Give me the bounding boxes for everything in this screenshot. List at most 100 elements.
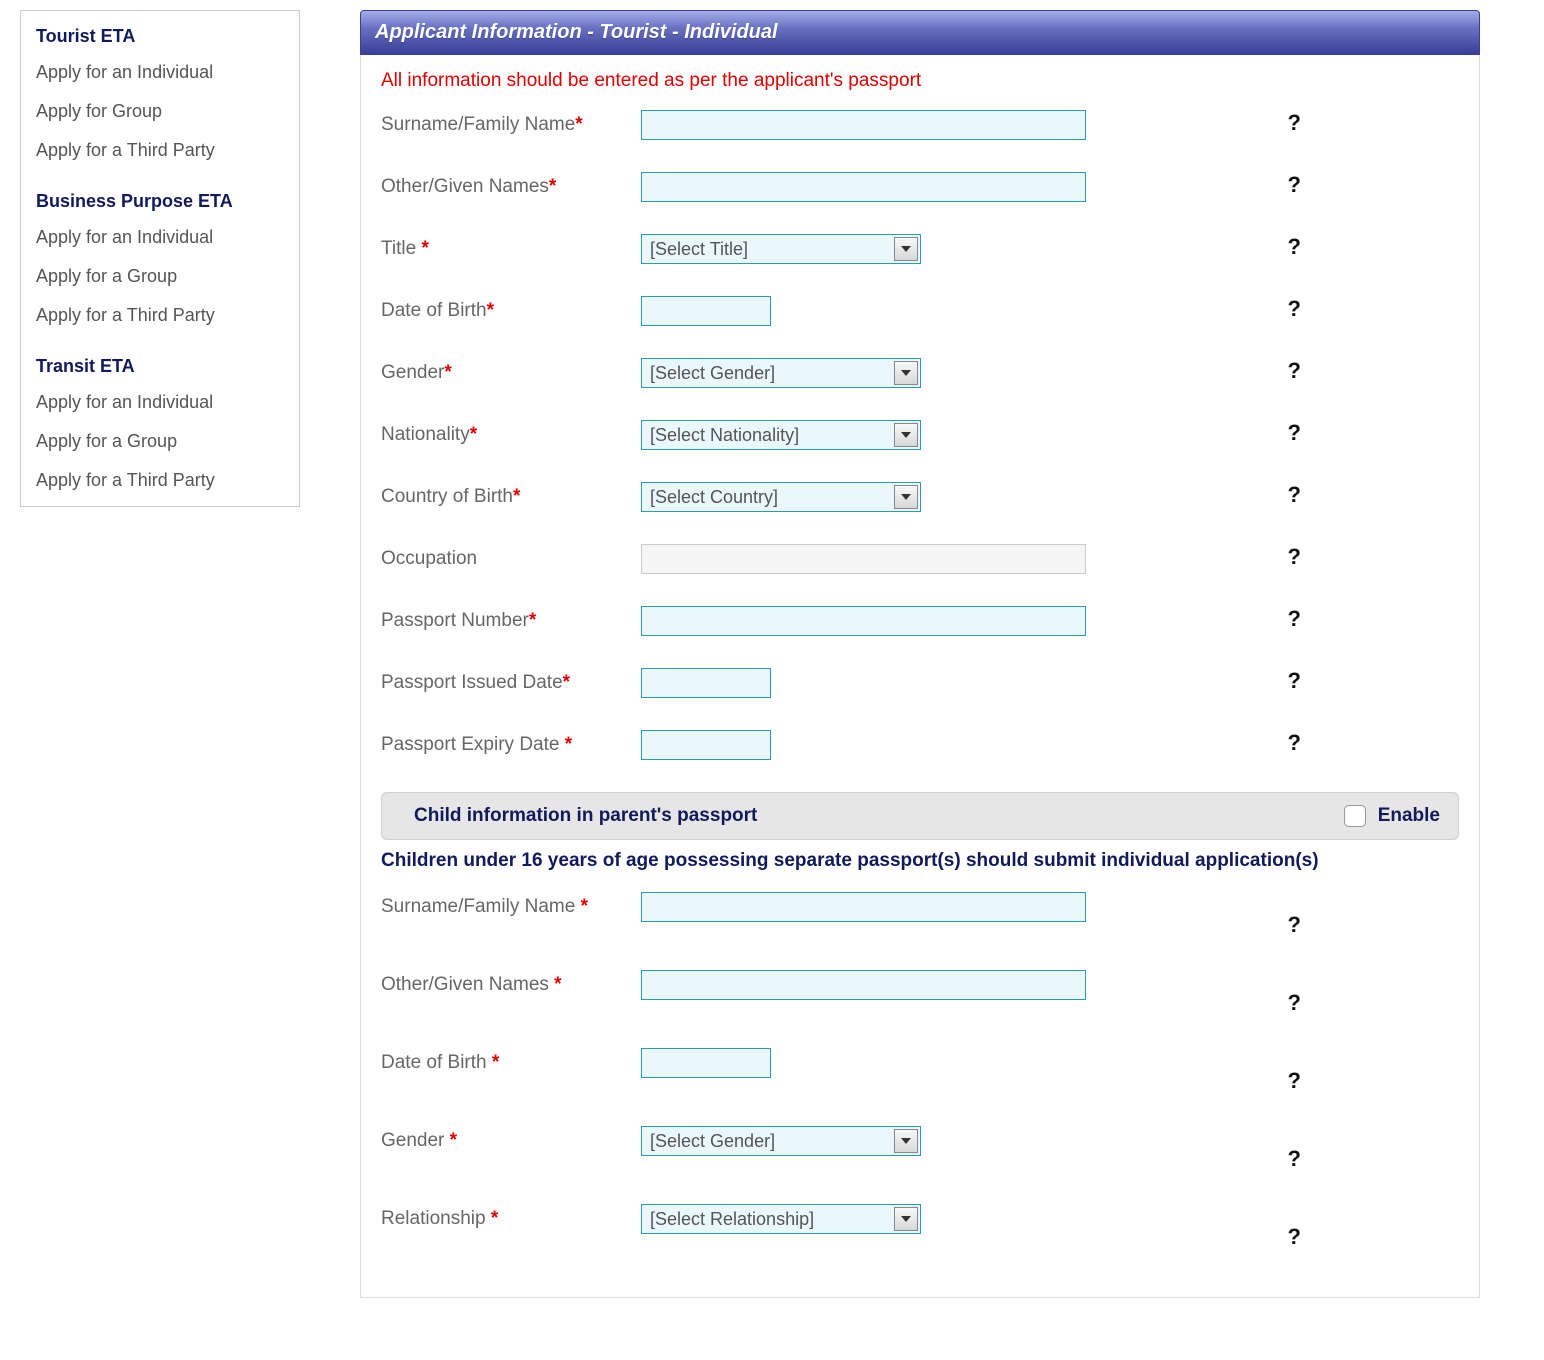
chevron-down-icon[interactable] bbox=[894, 1129, 918, 1153]
field-label: Passport Expiry Date * bbox=[381, 730, 641, 756]
field-label: Title * bbox=[381, 234, 641, 260]
enable-checkbox[interactable] bbox=[1344, 805, 1366, 827]
control-wrap bbox=[641, 1048, 1261, 1078]
control-wrap bbox=[641, 172, 1261, 202]
notice-text: All information should be entered as per… bbox=[381, 70, 1459, 92]
chevron-down-icon[interactable] bbox=[894, 237, 918, 261]
help-cell: ? bbox=[1261, 606, 1301, 632]
child-text-input-0[interactable] bbox=[641, 892, 1086, 922]
required-star: * bbox=[487, 300, 494, 321]
help-cell: ? bbox=[1261, 544, 1301, 570]
help-cell: ? bbox=[1261, 730, 1301, 756]
field-label: Other/Given Names* bbox=[381, 172, 641, 198]
applicant-select-5[interactable]: [Select Nationality] bbox=[641, 420, 921, 450]
form-row: Passport Number*? bbox=[381, 606, 1459, 636]
help-icon[interactable]: ? bbox=[1288, 606, 1301, 631]
help-cell: ? bbox=[1261, 110, 1301, 136]
control-wrap bbox=[641, 668, 1261, 698]
field-label: Nationality* bbox=[381, 420, 641, 446]
select-placeholder: [Select Country] bbox=[642, 487, 894, 508]
help-cell: ? bbox=[1261, 1204, 1301, 1250]
required-star: * bbox=[513, 486, 520, 507]
sidebar-item-transit-thirdparty[interactable]: Apply for a Third Party bbox=[36, 470, 284, 491]
chevron-down-icon[interactable] bbox=[894, 485, 918, 509]
help-cell: ? bbox=[1261, 1048, 1301, 1094]
sidebar-item-business-thirdparty[interactable]: Apply for a Third Party bbox=[36, 305, 284, 326]
sidebar-item-tourist-group[interactable]: Apply for Group bbox=[36, 101, 284, 122]
child-text-input-1[interactable] bbox=[641, 970, 1086, 1000]
required-star: * bbox=[529, 610, 536, 631]
help-icon[interactable]: ? bbox=[1288, 668, 1301, 693]
control-wrap: [Select Gender] bbox=[641, 358, 1261, 388]
applicant-date-input-10[interactable] bbox=[641, 730, 771, 760]
help-icon[interactable]: ? bbox=[1288, 110, 1301, 135]
sidebar-item-business-individual[interactable]: Apply for an Individual bbox=[36, 227, 284, 248]
sidebar-heading: Business Purpose ETA bbox=[36, 191, 284, 212]
help-icon[interactable]: ? bbox=[1288, 1068, 1301, 1093]
field-label: Surname/Family Name * bbox=[381, 892, 641, 918]
field-label: Passport Number* bbox=[381, 606, 641, 632]
help-icon[interactable]: ? bbox=[1288, 482, 1301, 507]
child-section-header: Child information in parent's passport E… bbox=[381, 792, 1459, 840]
control-wrap: [Select Nationality] bbox=[641, 420, 1261, 450]
help-cell: ? bbox=[1261, 970, 1301, 1016]
applicant-text-input-1[interactable] bbox=[641, 172, 1086, 202]
sidebar-item-tourist-individual[interactable]: Apply for an Individual bbox=[36, 62, 284, 83]
control-wrap: [Select Country] bbox=[641, 482, 1261, 512]
child-date-input-2[interactable] bbox=[641, 1048, 771, 1078]
help-cell: ? bbox=[1261, 358, 1301, 384]
sidebar-heading: Tourist ETA bbox=[36, 26, 284, 47]
help-icon[interactable]: ? bbox=[1288, 544, 1301, 569]
child-select-4[interactable]: [Select Relationship] bbox=[641, 1204, 921, 1234]
field-label: Date of Birth* bbox=[381, 296, 641, 322]
applicant-date-input-3[interactable] bbox=[641, 296, 771, 326]
chevron-down-icon[interactable] bbox=[894, 1207, 918, 1231]
help-icon[interactable]: ? bbox=[1288, 172, 1301, 197]
child-section-title: Child information in parent's passport bbox=[400, 805, 1344, 827]
help-icon[interactable]: ? bbox=[1288, 296, 1301, 321]
help-icon[interactable]: ? bbox=[1288, 234, 1301, 259]
sidebar-item-tourist-thirdparty[interactable]: Apply for a Third Party bbox=[36, 140, 284, 161]
help-cell: ? bbox=[1261, 172, 1301, 198]
control-wrap bbox=[641, 296, 1261, 326]
child-fields: Surname/Family Name *?Other/Given Names … bbox=[381, 892, 1459, 1250]
help-icon[interactable]: ? bbox=[1288, 990, 1301, 1015]
sidebar-item-business-group[interactable]: Apply for a Group bbox=[36, 266, 284, 287]
required-star: * bbox=[549, 176, 556, 197]
control-wrap bbox=[641, 970, 1261, 1000]
applicant-select-2[interactable]: [Select Title] bbox=[641, 234, 921, 264]
form-row: Date of Birth *? bbox=[381, 1048, 1459, 1094]
chevron-down-icon[interactable] bbox=[894, 423, 918, 447]
applicant-text-input-8[interactable] bbox=[641, 606, 1086, 636]
child-select-3[interactable]: [Select Gender] bbox=[641, 1126, 921, 1156]
help-icon[interactable]: ? bbox=[1288, 1146, 1301, 1171]
help-icon[interactable]: ? bbox=[1288, 912, 1301, 937]
help-icon[interactable]: ? bbox=[1288, 730, 1301, 755]
required-star: * bbox=[421, 238, 428, 259]
required-star: * bbox=[581, 896, 588, 917]
form-row: Surname/Family Name *? bbox=[381, 892, 1459, 938]
required-star: * bbox=[492, 1052, 499, 1073]
sidebar-section-tourist: Tourist ETA Apply for an Individual Appl… bbox=[36, 26, 284, 161]
help-icon[interactable]: ? bbox=[1288, 1224, 1301, 1249]
help-icon[interactable]: ? bbox=[1288, 358, 1301, 383]
sidebar-item-transit-group[interactable]: Apply for a Group bbox=[36, 431, 284, 452]
applicant-select-4[interactable]: [Select Gender] bbox=[641, 358, 921, 388]
sidebar-item-transit-individual[interactable]: Apply for an Individual bbox=[36, 392, 284, 413]
form-row: Relationship *[Select Relationship]? bbox=[381, 1204, 1459, 1250]
applicant-select-6[interactable]: [Select Country] bbox=[641, 482, 921, 512]
form-row: Gender*[Select Gender]? bbox=[381, 358, 1459, 388]
help-cell: ? bbox=[1261, 668, 1301, 694]
required-star: * bbox=[575, 114, 582, 135]
applicant-text-input-0[interactable] bbox=[641, 110, 1086, 140]
help-cell: ? bbox=[1261, 482, 1301, 508]
required-star: * bbox=[470, 424, 477, 445]
control-wrap bbox=[641, 544, 1261, 574]
chevron-down-icon[interactable] bbox=[894, 361, 918, 385]
help-icon[interactable]: ? bbox=[1288, 420, 1301, 445]
select-placeholder: [Select Title] bbox=[642, 239, 894, 260]
required-star: * bbox=[444, 362, 451, 383]
form-row: Date of Birth*? bbox=[381, 296, 1459, 326]
form-row: Passport Issued Date*? bbox=[381, 668, 1459, 698]
applicant-date-input-9[interactable] bbox=[641, 668, 771, 698]
